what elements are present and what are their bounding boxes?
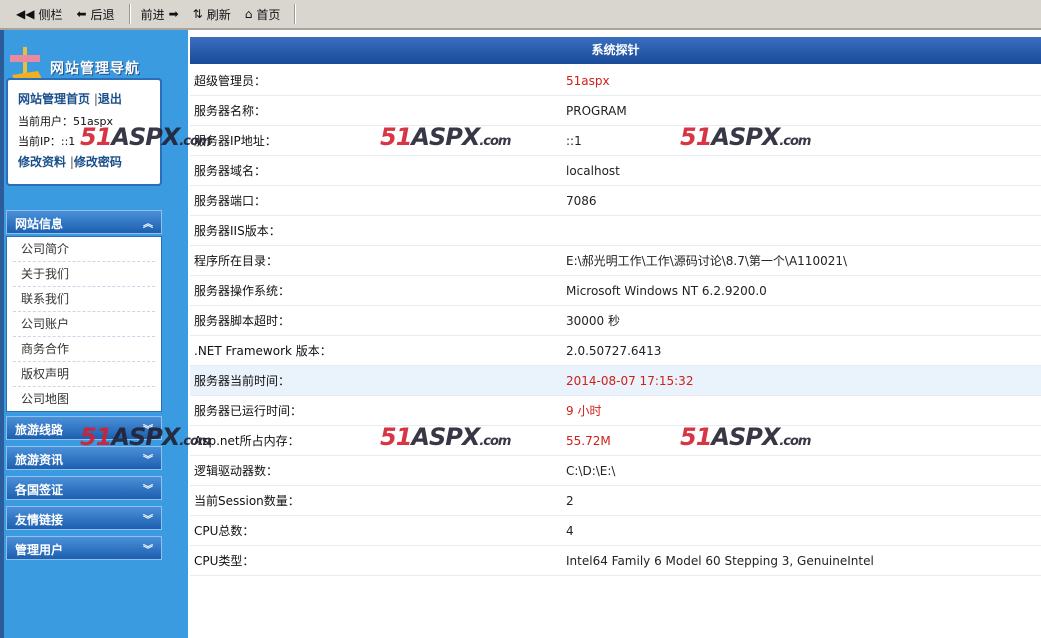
chevron-down-icon: ︾ [143,545,153,556]
table-row: Asp.net所占内存： 55.72M [190,426,1041,456]
table-row: 服务器当前时间： 2014-08-07 17:15:32 [190,366,1041,396]
section-links[interactable]: 友情链接 ︾ [6,506,162,530]
section-travel-routes[interactable]: 旅游线路 ︾ [6,416,162,440]
divider [128,4,131,24]
row-value: 9 小时 [566,404,602,418]
row-label: 服务器IP地址： [194,134,277,148]
change-password-link[interactable]: 修改密码 [74,155,122,169]
section-visas[interactable]: 各国签证 ︾ [6,476,162,500]
row-label: CPU类型： [194,554,255,568]
forward-button[interactable]: 前进 ➡ [141,3,179,25]
row-label: 超级管理员： [194,74,267,88]
arrow-right-icon: ➡ [168,7,179,21]
double-left-icon: ◀◀ [16,7,35,21]
home-button[interactable]: ⌂ 首页 [245,3,281,25]
ip-label: 当前IP： [18,135,61,148]
table-row: 服务器端口： 7086 [190,186,1041,216]
row-label: 服务器操作系统： [194,284,291,298]
row-label: .NET Framework 版本： [194,344,332,358]
table-row: 服务器IP地址：::1 [190,126,1041,156]
section-travel-news[interactable]: 旅游资讯 ︾ [6,446,162,470]
menu-item[interactable]: 联系我们 [13,287,155,312]
row-label: 服务器名称： [194,104,267,118]
row-value: 2014-08-07 17:15:32 [566,373,694,388]
user-label: 当前用户： [18,115,73,128]
row-value: E:\郝光明工作\工作\源码讨论\8.7\第一个\A110021\ [566,254,848,268]
row-value: 2 [566,493,574,508]
user-value: 51aspx [73,115,113,128]
table-row: 服务器操作系统： Microsoft Windows NT 6.2.9200.0 [190,276,1041,306]
row-label: 服务器域名： [194,164,267,178]
chevron-down-icon: ︾ [143,515,153,526]
row-value: 4 [566,523,574,538]
row-value: 55.72M [566,433,611,448]
menu-item[interactable]: 商务合作 [13,337,155,362]
menu-item[interactable]: 公司地图 [13,387,155,412]
row-value: 2.0.50727.6413 [566,343,662,358]
section-website-info[interactable]: 网站信息 ︽ [6,210,162,234]
refresh-icon: ⇅ [192,7,203,21]
refresh-button[interactable]: ⇅ 刷新 [193,3,231,25]
toolbar: ◀◀ 侧栏 ⬅ 后退 前进 ➡ ⇅ 刷新 ⌂ 首页 [0,0,1041,30]
table-row: 超级管理员： 51aspx [190,66,1041,96]
page-title: 系统探针 [190,37,1041,64]
row-label: 服务器已运行时间： [194,404,303,418]
row-label: 服务器当前时间： [194,374,291,388]
row-label: 逻辑驱动器数： [194,464,279,478]
table-row: 服务器域名： localhost [190,156,1041,186]
table-row: 服务器名称： PROGRAM [190,96,1041,126]
table-row: 服务器已运行时间： 9 小时 [190,396,1041,426]
sidebar-title: 网站管理导航 [50,61,140,77]
row-value: Microsoft Windows NT 6.2.9200.0 [566,283,767,298]
table-row: CPU类型： Intel64 Family 6 Model 60 Stepping… [190,546,1041,576]
section-items: 公司简介 关于我们 联系我们 公司账户 商务合作 版权声明 公司地图 [6,236,162,412]
chevron-down-icon: ︾ [143,425,153,436]
table-row: CPU总数： 4 [190,516,1041,546]
table-row: 程序所在目录： E:\郝光明工作\工作\源码讨论\8.7\第一个\A110021\ [190,246,1041,276]
sidebar-toggle-button[interactable]: ◀◀ 侧栏 [16,3,62,25]
row-value: C:\D:\E:\ [566,463,616,478]
chevron-up-icon: ︽ [143,219,153,230]
table-row: 服务器IIS版本： [190,216,1041,246]
row-label: 程序所在目录： [194,254,279,268]
user-info-box: 网站管理首页 |退出 当前用户：51aspx 当前IP：::1 修改资料 |修改… [6,78,162,186]
main-content: 系统探针 超级管理员： 51aspx服务器名称： PROGRAM服务器IP地址：::… [188,30,1041,638]
chevron-down-icon: ︾ [143,455,153,466]
row-value: PROGRAM [566,103,627,118]
row-label: 当前Session数量： [194,494,300,508]
system-info-table: 超级管理员： 51aspx 服务器名称： PROGRAM 服务器IP地址：::1 服务器域… [190,66,1041,576]
row-label: CPU总数： [194,524,255,538]
row-label: Asp.net所占内存： [194,434,300,448]
menu-item[interactable]: 关于我们 [13,262,155,287]
admin-home-link[interactable]: 网站管理首页 [18,92,90,106]
ip-value: ::1 [60,135,76,148]
row-label: 服务器脚本超时： [194,314,291,328]
back-button[interactable]: ⬅ 后退 [76,3,114,25]
row-label: 服务器IIS版本： [194,224,281,238]
row-value: ::1 [566,133,582,148]
row-value: Intel64 Family 6 Model 60 Stepping 3, Ge… [566,553,874,568]
menu-item[interactable]: 公司简介 [13,237,155,262]
section-manage-users[interactable]: 管理用户 ︾ [6,536,162,560]
logout-link[interactable]: 退出 [98,92,122,106]
table-row: .NET Framework 版本： 2.0.50727.6413 [190,336,1041,366]
divider [294,4,297,24]
chevron-down-icon: ︾ [143,485,153,496]
table-row: 服务器脚本超时： 30000 秒 [190,306,1041,336]
home-icon: ⌂ [244,7,253,21]
edit-profile-link[interactable]: 修改资料 [18,155,66,169]
row-value: 7086 [566,193,597,208]
menu-item[interactable]: 版权声明 [13,362,155,387]
table-row: 当前Session数量： 2 [190,486,1041,516]
row-value: 51aspx [566,73,610,88]
row-value: localhost [566,163,620,178]
row-value: 30000 秒 [566,314,620,328]
row-label: 服务器端口： [194,194,267,208]
table-row: 逻辑驱动器数： C:\D:\E:\ [190,456,1041,486]
menu-item[interactable]: 公司账户 [13,312,155,337]
sidebar: 网站管理导航 网站管理首页 |退出 当前用户：51aspx 当前IP：::1 修… [0,30,188,638]
arrow-left-icon: ⬅ [76,7,87,21]
